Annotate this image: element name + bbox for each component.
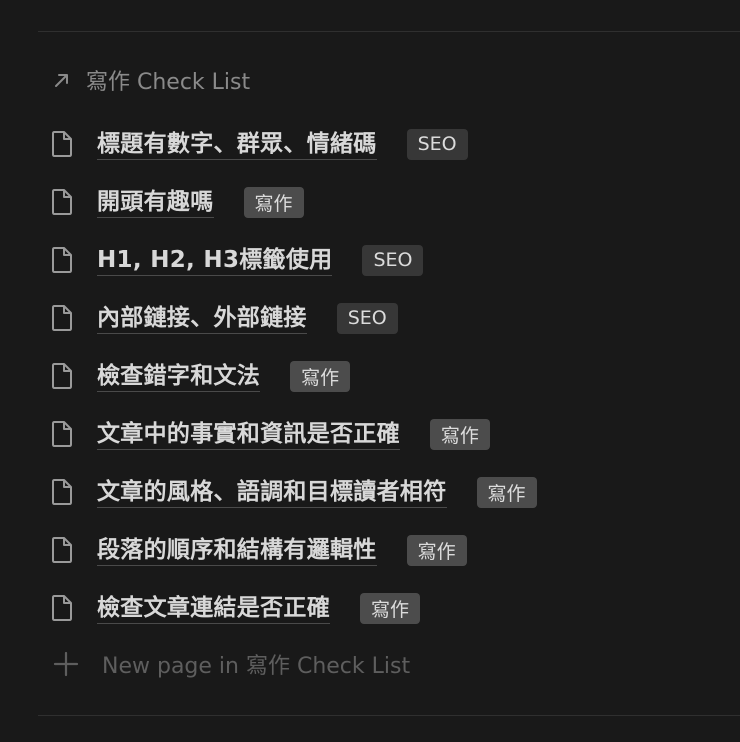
page-title-link[interactable]: 檢查錯字和文法 [97, 361, 261, 392]
list-item[interactable]: 檢查文章連結是否正確 寫作 [0, 579, 740, 637]
tag-badge: 寫作 [290, 360, 351, 392]
page-icon [49, 246, 75, 274]
tag-badge: 寫作 [360, 592, 421, 624]
page-icon [49, 478, 75, 506]
tag-badge: SEO [406, 128, 468, 160]
list-item[interactable]: H1, H2, H3標籤使用 SEO [0, 231, 740, 289]
page-icon [49, 536, 75, 564]
linked-list-header[interactable]: 寫作 Check List [50, 64, 250, 96]
page-icon [49, 304, 75, 332]
new-page-button[interactable]: New page in 寫作 Check List [52, 646, 410, 682]
list-item[interactable]: 標題有數字、群眾、情緒碼 SEO [0, 115, 740, 173]
list-item[interactable]: 文章的風格、語調和目標讀者相符 寫作 [0, 463, 740, 521]
list-item[interactable]: 段落的順序和結構有邏輯性 寫作 [0, 521, 740, 579]
page-title-link[interactable]: H1, H2, H3標籤使用 [97, 245, 333, 276]
list-item[interactable]: 開頭有趣嗎 寫作 [0, 173, 740, 231]
tag-badge: 寫作 [243, 186, 304, 218]
tag-badge: 寫作 [429, 418, 490, 450]
bottom-divider [38, 715, 740, 716]
page-icon [49, 130, 75, 158]
page-icon [49, 420, 75, 448]
page-title-link[interactable]: 檢查文章連結是否正確 [97, 593, 330, 624]
plus-icon [52, 650, 80, 678]
page-title-link[interactable]: 文章的風格、語調和目標讀者相符 [97, 477, 447, 508]
page-title-link[interactable]: 內部鏈接、外部鏈接 [97, 303, 307, 334]
tag-badge: SEO [362, 244, 424, 276]
tag-badge: 寫作 [476, 476, 537, 508]
page-icon [49, 594, 75, 622]
tag-badge: 寫作 [406, 534, 467, 566]
tag-badge: SEO [336, 302, 398, 334]
list-item[interactable]: 文章中的事實和資訊是否正確 寫作 [0, 405, 740, 463]
page-icon [49, 362, 75, 390]
page-list: 標題有數字、群眾、情緒碼 SEO 開頭有趣嗎 寫作 H1, H2, H3標籤使用 SEO 內… [0, 115, 740, 637]
new-page-label: New page in 寫作 Check List [102, 654, 411, 679]
top-divider [38, 31, 740, 32]
page-title-link[interactable]: 開頭有趣嗎 [97, 187, 214, 218]
list-title: 寫作 Check List [86, 70, 251, 95]
page-title-link[interactable]: 文章中的事實和資訊是否正確 [97, 419, 400, 450]
arrow-up-right-icon [50, 68, 74, 92]
list-item[interactable]: 內部鏈接、外部鏈接 SEO [0, 289, 740, 347]
page-title-link[interactable]: 段落的順序和結構有邏輯性 [97, 535, 377, 566]
page-title-link[interactable]: 標題有數字、群眾、情緒碼 [97, 129, 377, 160]
page-icon [49, 188, 75, 216]
list-item[interactable]: 檢查錯字和文法 寫作 [0, 347, 740, 405]
